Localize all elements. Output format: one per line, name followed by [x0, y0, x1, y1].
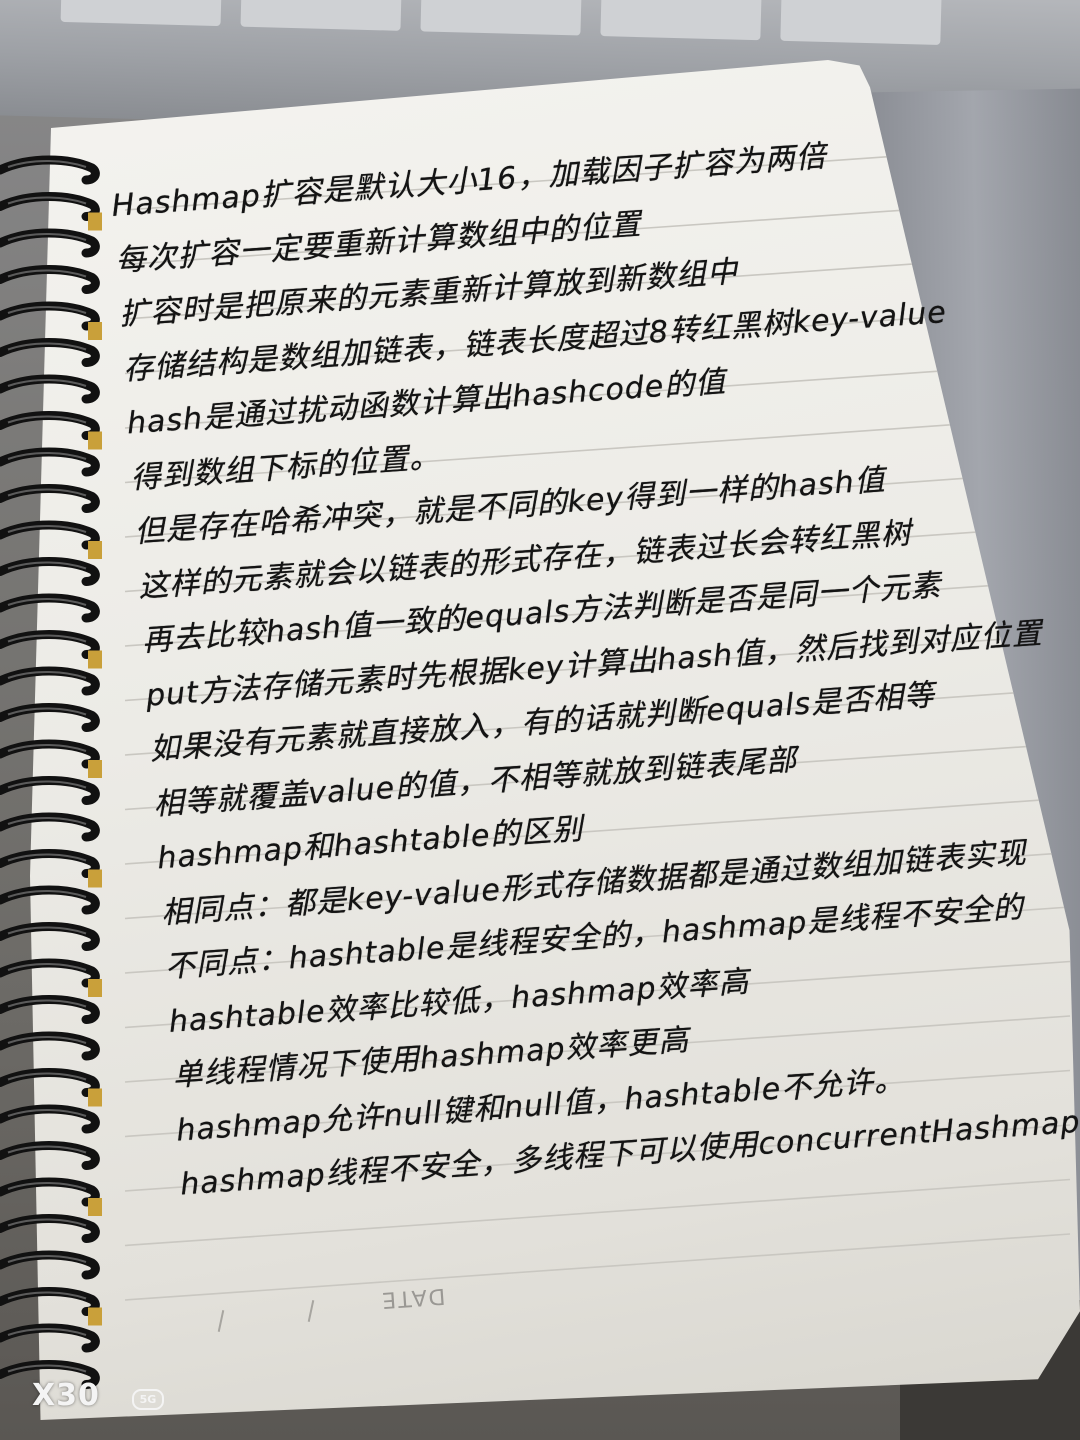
spiral-ring [0, 374, 100, 404]
spiral-ring [0, 338, 100, 367]
spiral-ring [0, 301, 102, 340]
spiral-ring [0, 593, 100, 623]
spiral-ring [0, 666, 100, 696]
spiral-ring [0, 849, 102, 888]
laptop-key [600, 0, 762, 41]
spiral-ring [0, 776, 100, 805]
spiral-ring [0, 630, 102, 669]
spiral-ring [0, 520, 102, 559]
spiral-ring [0, 265, 100, 294]
laptop-key [60, 0, 222, 27]
laptop-key [240, 0, 402, 31]
spiral-ring [0, 1323, 100, 1353]
spiral-ring [0, 228, 100, 258]
photo-scene: Hashmap扩容是默认大小16，加载因子扩容为两倍 每次扩容一定要重新计算数组中… [0, 0, 1080, 1440]
spiral-ring [0, 1031, 100, 1061]
spiral-ring [0, 1287, 102, 1326]
spiral-binding [0, 155, 102, 1389]
spiral-ring [0, 1104, 100, 1134]
laptop-key [780, 0, 942, 45]
spiral-ring [0, 958, 102, 997]
spiral-ring [0, 557, 100, 586]
camera-watermark: X30 [32, 1378, 100, 1413]
spiral-ring [0, 995, 100, 1024]
spiral-ring [0, 155, 100, 185]
network-badge: 5G [132, 1389, 164, 1410]
spiral-ring [0, 1177, 102, 1216]
spiral-ring [0, 192, 102, 231]
spiral-ring [0, 739, 102, 778]
spiral-ring [0, 1250, 100, 1280]
date-label: DATE [379, 1282, 447, 1313]
spiral-ring [0, 703, 100, 732]
spiral-ring [0, 484, 100, 513]
spiral-ring [0, 411, 102, 450]
laptop-key [420, 0, 582, 36]
spiral-ring [0, 922, 100, 951]
spiral-ring [0, 1068, 102, 1107]
handwritten-notes: Hashmap扩容是默认大小16，加载因子扩容为两倍 每次扩容一定要重新计算数组中… [110, 114, 1080, 1278]
spiral-ring [0, 812, 100, 842]
spiral-ring [0, 1214, 100, 1243]
spiral-ring [0, 1141, 100, 1170]
spiral-ring [0, 885, 100, 915]
spiral-ring [0, 447, 100, 477]
